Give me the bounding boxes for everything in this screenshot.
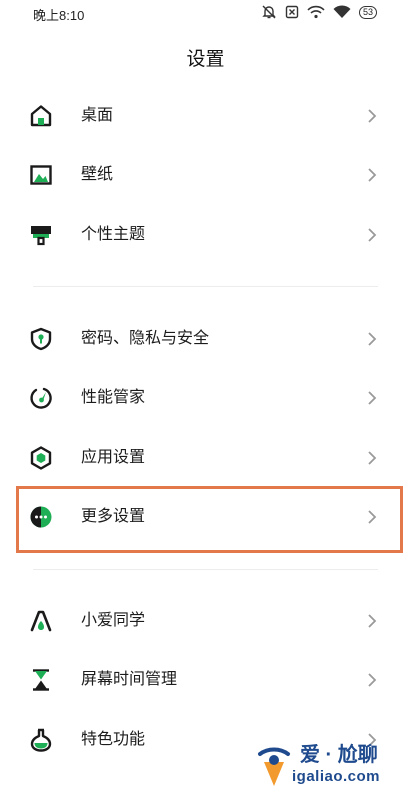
chevron-right-icon: [368, 168, 377, 182]
group-divider: [33, 286, 378, 287]
settings-item-screen-time[interactable]: 屏幕时间管理: [0, 650, 411, 710]
settings-item-label: 小爱同学: [81, 612, 146, 629]
watermark-brand: 爱 · 尬聊: [300, 744, 378, 766]
settings-item-label: 密码、隐私与安全: [81, 330, 210, 347]
settings-item-app-settings[interactable]: 应用设置: [0, 428, 411, 488]
chevron-right-icon: [368, 673, 377, 687]
shield-icon: [30, 327, 52, 351]
page-title: 设置: [186, 49, 225, 70]
chevron-right-icon: [368, 614, 377, 628]
wallpaper-icon: [30, 165, 52, 185]
chevron-right-icon: [368, 332, 377, 346]
chevron-right-icon: [368, 391, 377, 405]
watermark-logo-icon: [258, 747, 290, 786]
settings-item-label: 性能管家: [81, 389, 146, 406]
settings-item-label: 特色功能: [81, 731, 146, 748]
alarm-off-icon: [262, 5, 276, 19]
battery-icon: 53: [358, 5, 377, 19]
settings-item-xiaoai-assistant[interactable]: 小爱同学: [0, 591, 411, 651]
status-bar: 晚上8:10 53: [0, 0, 411, 26]
status-time: 晚上8:10: [33, 8, 85, 23]
highlight-annotation-box: [16, 486, 403, 553]
hourglass-icon: [33, 669, 49, 691]
chevron-right-icon: [368, 109, 377, 123]
theme-icon: [31, 226, 51, 246]
settings-item-label: 壁纸: [81, 166, 114, 183]
settings-item-label: 桌面: [81, 107, 114, 124]
watermark-url: igaliao.com: [292, 768, 381, 785]
assistant-icon: [30, 610, 52, 632]
hotspot-wifi-icon: [307, 5, 325, 19]
settings-item-privacy-security[interactable]: 密码、隐私与安全: [0, 309, 411, 369]
settings-item-label: 应用设置: [81, 449, 146, 466]
settings-item-wallpaper[interactable]: 壁纸: [0, 145, 411, 205]
app-hexagon-icon: [30, 446, 52, 470]
chevron-right-icon: [368, 228, 377, 242]
group-divider: [33, 569, 378, 570]
settings-item-desktop[interactable]: 桌面: [0, 86, 411, 146]
sim-off-icon: [285, 5, 299, 19]
settings-item-performance[interactable]: 性能管家: [0, 368, 411, 428]
home-icon: [30, 105, 52, 127]
settings-item-theme[interactable]: 个性主题: [0, 205, 411, 265]
status-icons: 53: [261, 4, 377, 20]
wifi-icon: [333, 5, 351, 18]
chevron-right-icon: [368, 451, 377, 465]
flask-icon: [30, 728, 52, 752]
gauge-icon: [30, 387, 52, 409]
watermark: 爱 · 尬聊 igaliao.com: [252, 736, 402, 796]
settings-item-label: 个性主题: [81, 226, 146, 243]
settings-item-label: 屏幕时间管理: [81, 671, 178, 688]
